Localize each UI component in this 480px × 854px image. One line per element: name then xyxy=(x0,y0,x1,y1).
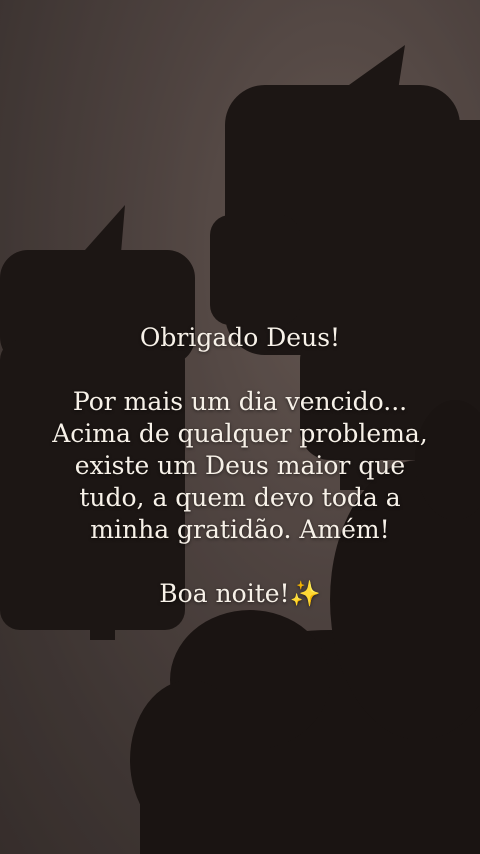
quote-closing-line: Boa noite!✨ xyxy=(0,578,480,610)
quote-text-block: Obrigado Deus! Por mais um dia vencido..… xyxy=(0,322,480,610)
photo-background: Obrigado Deus! Por mais um dia vencido..… xyxy=(0,0,480,854)
sparkles-icon: ✨ xyxy=(289,579,321,608)
quote-title: Obrigado Deus! xyxy=(139,323,341,352)
quote-line: minha gratidão. Amém! xyxy=(90,515,390,544)
quote-line: Por mais um dia vencido... xyxy=(72,387,408,416)
quote-line: tudo, a quem devo toda a xyxy=(79,483,401,512)
quote-line: Acima de qualquer problema, xyxy=(52,419,428,448)
quote-closing: Boa noite! xyxy=(159,579,290,608)
quote-line: existe um Deus maior que xyxy=(74,451,406,480)
